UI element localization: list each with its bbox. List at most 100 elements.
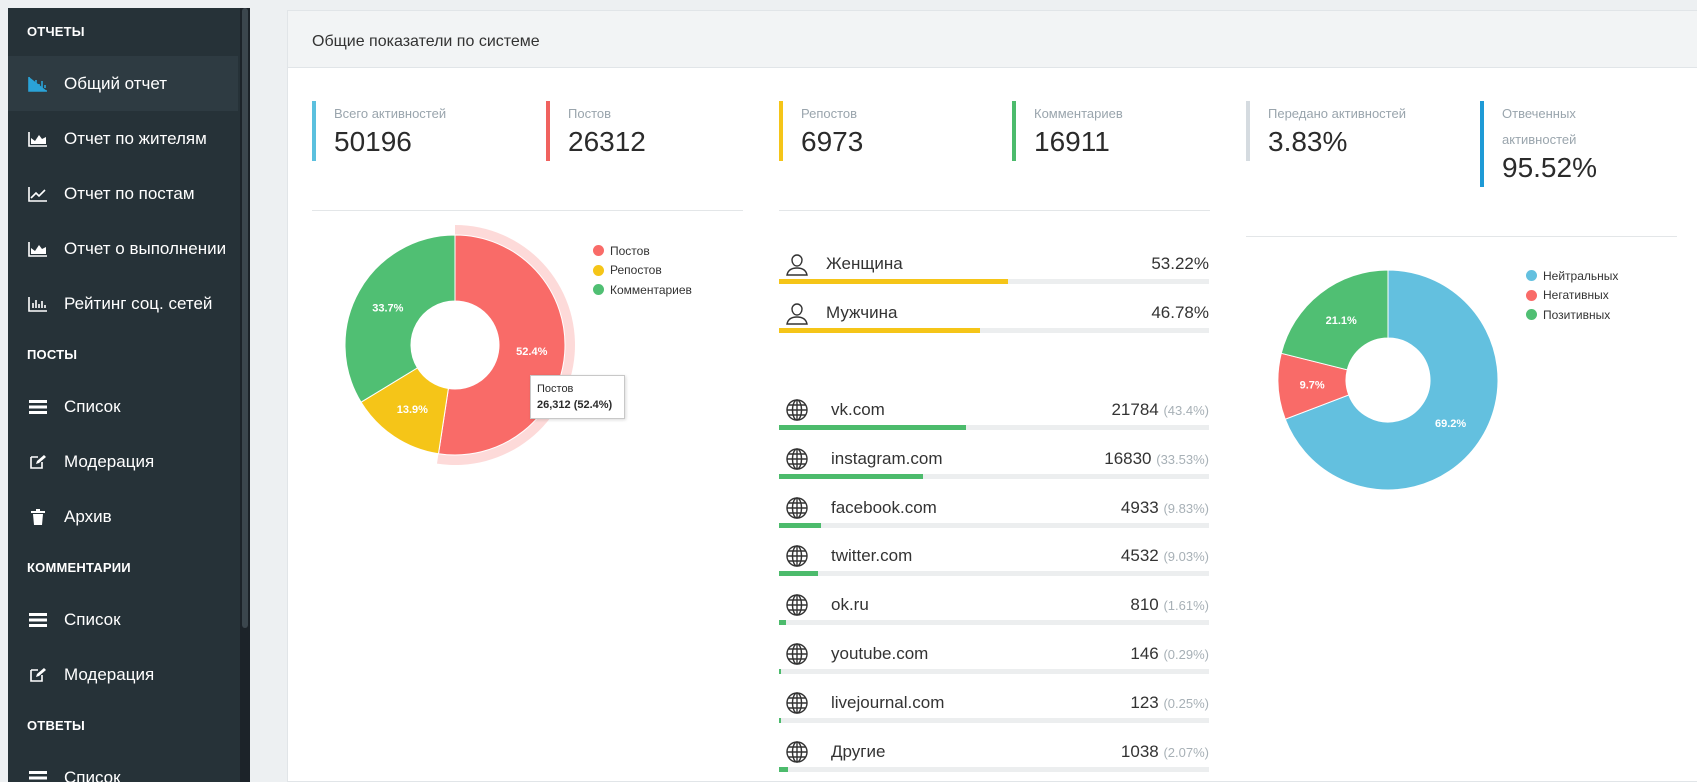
site-name: ok.ru xyxy=(831,595,869,615)
sentiment-chart-legend: Нейтральных Негативных Позитивных xyxy=(1526,266,1618,325)
progress-track xyxy=(779,279,1209,284)
sidebar-item-posts-report[interactable]: Отчет по постам xyxy=(8,166,248,221)
legend-dot xyxy=(1526,289,1537,301)
sidebar-section-answers: ОТВЕТЫ xyxy=(27,718,85,733)
sidebar-scrollbar[interactable] xyxy=(240,8,250,782)
bar-chart-icon xyxy=(27,75,49,93)
gender-label: Мужчина xyxy=(826,303,898,322)
legend-dot xyxy=(593,264,604,276)
tooltip-title: Постов xyxy=(537,383,574,395)
legend-label: Позитивных xyxy=(1543,307,1611,322)
site-row: Другие 1038 (2.07%) xyxy=(779,730,1209,779)
site-count: 16830 (33.53%) xyxy=(1104,448,1209,468)
sidebar: ОТЧЕТЫ Общий отчет Отчет по жителям Отче… xyxy=(8,8,248,782)
progress-track xyxy=(779,571,1209,577)
sidebar-item-label: Модерация xyxy=(64,664,155,684)
area-chart-icon xyxy=(27,130,49,148)
activity-donut-chart[interactable]: 52.4% 13.9% 33.7% xyxy=(330,225,590,485)
stat-label: Репостов xyxy=(801,106,858,121)
stat-label: Постов xyxy=(568,106,612,121)
sidebar-section-reports: ОТЧЕТЫ xyxy=(27,24,85,39)
site-percent: (43.4%) xyxy=(1163,403,1209,418)
user-icon xyxy=(785,252,809,276)
progress-fill xyxy=(779,766,788,772)
legend-item[interactable]: Негативных xyxy=(1526,286,1618,306)
slice-label: 21.1% xyxy=(1326,315,1357,327)
globe-icon xyxy=(785,544,809,568)
area-chart-icon xyxy=(27,240,49,258)
legend-item[interactable]: Нейтральных xyxy=(1526,266,1618,286)
sidebar-item-completion-report[interactable]: Отчет о выполнении xyxy=(8,221,248,276)
legend-dot xyxy=(593,284,604,296)
site-percent: (33.53%) xyxy=(1156,451,1209,467)
sidebar-item-label: Список xyxy=(64,767,121,782)
legend-item[interactable]: Постов xyxy=(593,241,692,261)
stat-accent-bar xyxy=(1012,101,1016,161)
stat-accent-bar xyxy=(1480,101,1484,187)
globe-icon xyxy=(785,740,809,764)
legend-item[interactable]: Комментариев xyxy=(593,280,692,300)
progress-fill xyxy=(779,425,966,430)
sidebar-item-label: Архив xyxy=(64,506,112,526)
sidebar-item-label: Список xyxy=(64,609,121,629)
scrollbar-thumb[interactable] xyxy=(242,8,248,628)
list-icon xyxy=(27,769,49,782)
stat-label: Комментариев xyxy=(1034,106,1123,121)
progress-fill xyxy=(779,717,781,723)
progress-fill xyxy=(779,522,822,528)
legend-item[interactable]: Позитивных xyxy=(1526,305,1618,325)
progress-track xyxy=(779,522,1209,528)
pie-slice[interactable] xyxy=(344,234,456,403)
site-percent: (2.07%) xyxy=(1163,744,1209,760)
sentiment-donut-chart[interactable]: 69.2% 9.7% 21.1% xyxy=(1268,260,1508,500)
activity-chart-legend: Постов Репостов Комментариев xyxy=(593,241,692,300)
site-count: 1038 (2.07%) xyxy=(1120,741,1209,761)
sidebar-item-social-rating[interactable]: Рейтинг соц. сетей xyxy=(8,276,248,331)
sidebar-item-answers-list[interactable]: Список xyxy=(8,750,248,782)
progress-fill xyxy=(779,473,924,479)
progress-track xyxy=(779,425,1209,430)
sidebar-item-comments-moderation[interactable]: Модерация xyxy=(8,647,248,702)
sidebar-item-general-report[interactable]: Общий отчет xyxy=(8,56,238,111)
sidebar-item-label: Общий отчет xyxy=(64,73,168,93)
site-row: ok.ru 810 (1.61%) xyxy=(779,583,1209,632)
site-row: twitter.com 4532 (9.03%) xyxy=(779,534,1209,583)
sidebar-item-posts-archive[interactable]: Архив xyxy=(8,489,248,544)
legend-label: Постов xyxy=(610,243,650,258)
site-count: 4532 (9.03%) xyxy=(1120,546,1209,566)
sidebar-item-posts-list[interactable]: Список xyxy=(8,379,248,434)
list-icon xyxy=(27,398,49,416)
sidebar-item-comments-list[interactable]: Список xyxy=(8,592,248,647)
sidebar-item-posts-moderation[interactable]: Модерация xyxy=(8,434,248,489)
slice-label: 52.4% xyxy=(516,346,547,358)
site-count: 4933 (9.83%) xyxy=(1120,497,1209,517)
stat-total-activities: Всего активностей 50196 xyxy=(312,101,447,161)
stat-accent-bar xyxy=(546,101,550,161)
divider xyxy=(312,210,743,211)
site-name: youtube.com xyxy=(831,644,929,663)
tooltip-value: 26,312 (52.4%) xyxy=(537,399,613,411)
globe-icon xyxy=(785,642,809,666)
globe-icon xyxy=(785,398,809,422)
progress-track xyxy=(779,717,1209,723)
stat-value: 26312 xyxy=(568,126,646,157)
slice-label: 69.2% xyxy=(1435,418,1466,430)
site-name: facebook.com xyxy=(831,497,937,517)
edit-icon xyxy=(27,666,49,684)
progress-track xyxy=(779,328,1209,333)
site-row: facebook.com 4933 (9.83%) xyxy=(779,486,1209,535)
progress-fill xyxy=(779,328,981,333)
globe-icon xyxy=(785,447,809,471)
legend-dot xyxy=(593,245,604,257)
sidebar-item-residents-report[interactable]: Отчет по жителям xyxy=(8,111,248,166)
line-chart-icon xyxy=(27,185,49,203)
site-percent: (9.83%) xyxy=(1163,500,1209,516)
chart-tooltip: Постов 26,312 (52.4%) xyxy=(530,375,625,419)
trash-icon xyxy=(27,508,49,526)
progress-track xyxy=(779,766,1209,772)
globe-icon xyxy=(785,691,809,715)
progress-track xyxy=(779,669,1209,674)
stat-label: Всего активностей xyxy=(334,106,447,121)
legend-item[interactable]: Репостов xyxy=(593,261,692,281)
slice-label: 9.7% xyxy=(1300,380,1325,392)
